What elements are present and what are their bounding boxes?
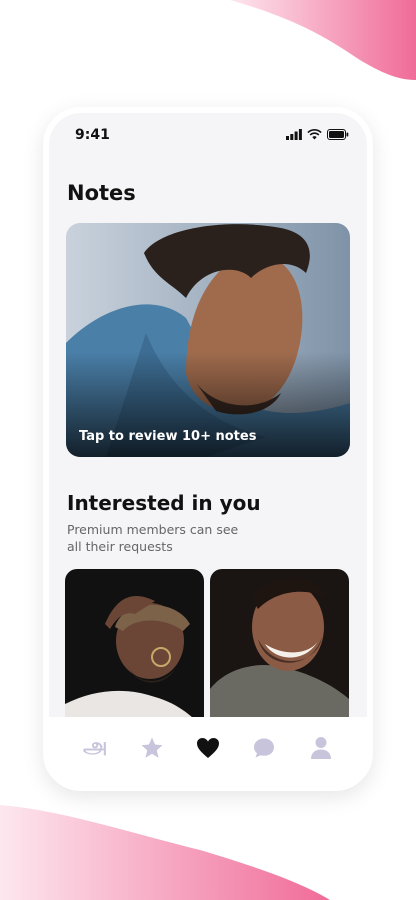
profile-photo-2 xyxy=(210,569,349,729)
discover-glyph-icon: அ xyxy=(82,734,108,759)
phone-frame: 9:41 Notes Tap to review 10+ notes Inter… xyxy=(43,107,373,791)
background-wave-top xyxy=(230,0,416,80)
notes-photo xyxy=(66,223,350,457)
signal-icon xyxy=(286,129,302,140)
chat-bubble-icon xyxy=(254,738,275,758)
profile-card-1[interactable] xyxy=(65,569,204,729)
person-icon xyxy=(310,737,331,759)
subtitle-line-1: Premium members can see xyxy=(67,522,239,537)
wifi-icon xyxy=(307,129,322,140)
background-wave-bottom xyxy=(0,805,330,900)
subtitle-line-2: all their requests xyxy=(67,539,173,554)
interested-subtitle: Premium members can see all their reques… xyxy=(67,521,267,555)
heart-icon xyxy=(196,738,219,758)
star-icon xyxy=(141,737,163,758)
profile-card-2[interactable] xyxy=(210,569,349,729)
tab-profile[interactable] xyxy=(305,732,337,764)
notes-review-cta[interactable]: Tap to review 10+ notes xyxy=(79,429,256,444)
notes-heading: Notes xyxy=(67,181,136,205)
tab-standouts[interactable] xyxy=(136,732,168,764)
status-bar: 9:41 xyxy=(49,113,367,157)
status-time: 9:41 xyxy=(75,127,110,143)
status-icons xyxy=(286,129,349,140)
interested-heading: Interested in you xyxy=(67,491,261,515)
tab-likes[interactable] xyxy=(192,732,224,764)
profile-photo-1 xyxy=(65,569,204,729)
tab-messages[interactable] xyxy=(248,732,280,764)
battery-icon xyxy=(327,129,349,140)
bottom-tab-bar: அ xyxy=(49,717,367,785)
tab-discover[interactable]: அ xyxy=(79,732,111,764)
notes-card[interactable]: Tap to review 10+ notes xyxy=(66,223,350,457)
